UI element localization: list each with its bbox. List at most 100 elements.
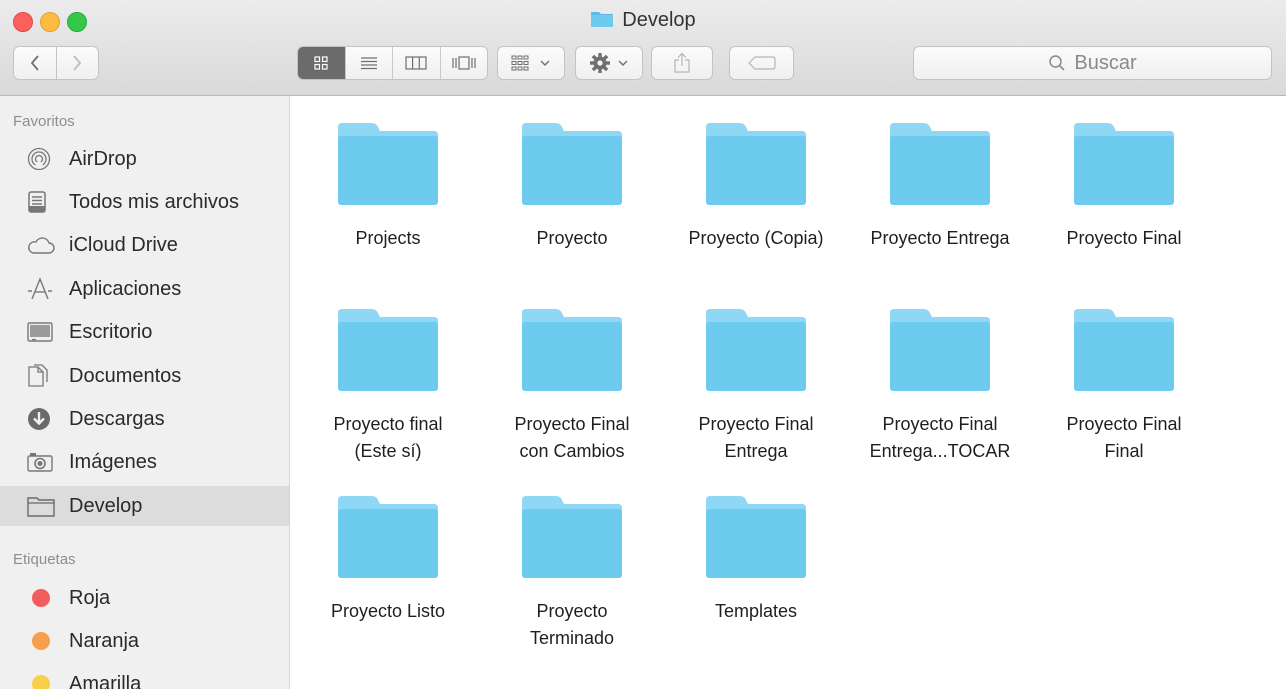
folder-label: Proyecto Final Entrega [698, 414, 814, 461]
chevron-right-icon [73, 55, 82, 71]
icon-view-button[interactable] [298, 47, 345, 79]
folder-item[interactable]: Proyecto Listo [300, 496, 476, 625]
folder-label: Projects [355, 228, 421, 248]
folder-label: Proyecto Final Final [1066, 414, 1182, 461]
back-button[interactable] [14, 47, 56, 79]
search-icon [1049, 55, 1065, 71]
folder-item[interactable]: Proyecto Final Entrega...TOCAR [852, 309, 1028, 465]
downloads-icon [28, 408, 50, 430]
folder-item[interactable]: Proyecto Terminado [484, 496, 660, 652]
sidebar-item-label: Roja [69, 586, 111, 609]
column-view-button[interactable] [392, 47, 440, 79]
cover-flow-button[interactable] [439, 47, 488, 79]
sidebar-item-label: Develop [69, 494, 143, 517]
sidebar-item-label: Descargas [69, 407, 165, 430]
folder-label: Proyecto Entrega [870, 228, 1010, 248]
folder-item[interactable]: Proyecto Final [1036, 123, 1212, 252]
folder-icon [890, 309, 990, 391]
view-mode-group [297, 46, 488, 80]
folder-grid: Projects Proyecto Proyecto (Copia) Proye… [290, 96, 1286, 689]
sidebar-item-aplicaciones[interactable]: Aplicaciones [0, 269, 289, 309]
folder-icon [522, 496, 622, 578]
folder-item[interactable]: Proyecto (Copia) [668, 123, 844, 252]
folder-icon [591, 12, 614, 27]
folder-icon [338, 496, 438, 578]
folder-icon [1074, 309, 1174, 391]
sidebar: Favoritos AirDrop Todos mis archivos iCl… [0, 96, 290, 689]
search-field[interactable]: Buscar [913, 46, 1272, 80]
sidebar-item-label: Aplicaciones [69, 277, 182, 300]
sidebar-item-documentos[interactable]: Documentos [0, 356, 289, 396]
finder-window: Develop Buscar Favoritos AirDrop Todos m… [0, 0, 1286, 689]
folder-item[interactable]: Proyecto [484, 123, 660, 252]
folder-icon [706, 496, 806, 578]
tags-header: Etiquetas [13, 551, 76, 568]
sidebar-item-escritorio[interactable]: Escritorio [0, 312, 289, 352]
sidebar-item-label: iCloud Drive [69, 233, 178, 256]
folder-label: Proyecto Final [1066, 228, 1182, 248]
sidebar-item-label: Imágenes [69, 450, 157, 473]
folder-item[interactable]: Proyecto final (Este sí) [300, 309, 476, 465]
folder-item[interactable]: Proyecto Final Entrega [668, 309, 844, 465]
share-button[interactable] [651, 46, 713, 80]
sidebar-item-develop[interactable]: Develop [0, 486, 289, 526]
sidebar-tag-amarilla[interactable]: Amarilla [0, 664, 289, 689]
folder-item[interactable]: Proyecto Entrega [852, 123, 1028, 252]
sidebar-item-todos-mis-archivos[interactable]: Todos mis archivos [0, 182, 289, 222]
red-tag-dot [32, 589, 50, 607]
folder-icon [338, 309, 438, 391]
sidebar-item-label: Naranja [69, 629, 140, 652]
search-placeholder: Buscar [1074, 51, 1137, 74]
all-files-icon [28, 191, 46, 213]
orange-tag-dot [32, 632, 50, 650]
camera-icon [27, 453, 53, 472]
folder-label: Templates [714, 601, 798, 621]
yellow-tag-dot [32, 675, 50, 689]
folder-icon [522, 123, 622, 205]
favorites-header: Favoritos [13, 113, 75, 130]
sidebar-item-label: Escritorio [69, 320, 153, 343]
cover-flow-icon [452, 56, 476, 70]
folder-icon [706, 123, 806, 205]
folder-item[interactable]: Proyecto Final con Cambios [484, 309, 660, 465]
documents-icon [28, 364, 48, 387]
chevron-down-icon [618, 60, 628, 66]
sidebar-item-descargas[interactable]: Descargas [0, 399, 289, 439]
folder-label: Proyecto final (Este sí) [333, 414, 443, 461]
folder-icon [522, 309, 622, 391]
icon-view-icon [314, 56, 328, 70]
action-button[interactable] [575, 46, 643, 80]
chevron-down-icon [540, 60, 550, 66]
sidebar-tag-naranja[interactable]: Naranja [0, 621, 289, 661]
share-icon [674, 52, 690, 73]
cloud-icon [28, 237, 55, 254]
window-title-text: Develop [622, 9, 696, 31]
nav-button-group [13, 46, 99, 80]
desktop-icon [27, 322, 53, 342]
sidebar-item-icloud-drive[interactable]: iCloud Drive [0, 225, 289, 265]
arrange-grid-icon [511, 55, 529, 71]
folder-icon [338, 123, 438, 205]
folder-item[interactable]: Proyecto Final Final [1036, 309, 1212, 465]
airdrop-icon [27, 147, 51, 171]
tags-button[interactable] [729, 46, 794, 80]
chevron-left-icon [30, 55, 39, 71]
sidebar-item-label: Documentos [69, 364, 182, 387]
folder-item[interactable]: Projects [300, 123, 476, 252]
folder-label: Proyecto Terminado [529, 601, 615, 648]
sidebar-item-airdrop[interactable]: AirDrop [0, 139, 289, 179]
arrange-button[interactable] [497, 46, 565, 80]
tag-icon [747, 56, 776, 70]
folder-icon [27, 497, 55, 517]
sidebar-tag-roja[interactable]: Roja [0, 578, 289, 618]
sidebar-item-label: AirDrop [69, 147, 137, 170]
gear-icon [590, 53, 610, 73]
sidebar-item-imagenes[interactable]: Imágenes [0, 442, 289, 482]
applications-icon [28, 277, 52, 300]
folder-label: Proyecto Listo [330, 601, 446, 621]
title-bar: Develop Buscar [0, 0, 1286, 96]
folder-label: Proyecto [536, 228, 608, 248]
list-view-button[interactable] [344, 47, 393, 79]
folder-item[interactable]: Templates [668, 496, 844, 625]
forward-button[interactable] [55, 47, 99, 79]
